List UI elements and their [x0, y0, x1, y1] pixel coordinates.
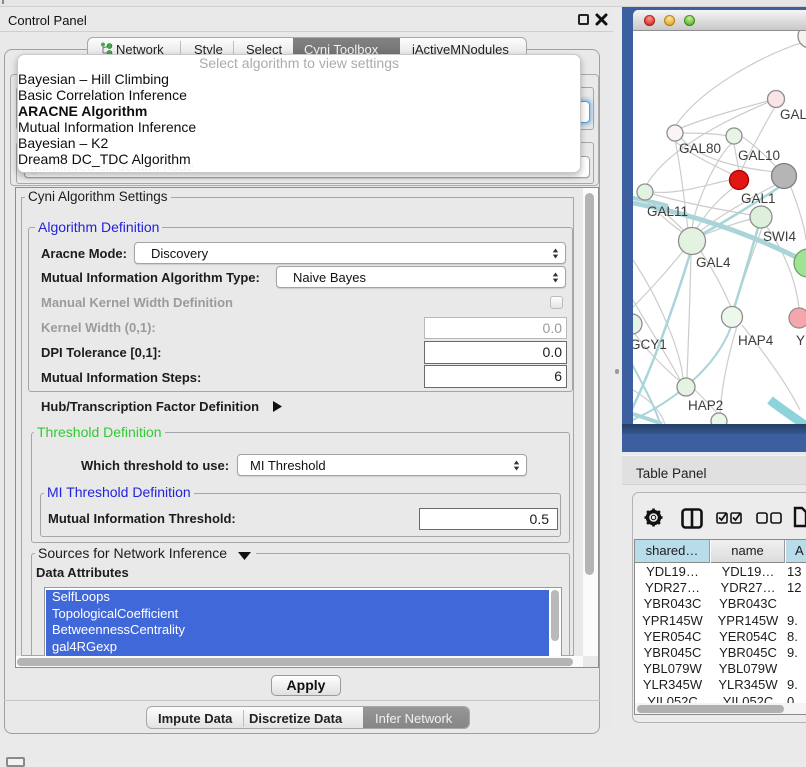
- svg-text:GAL11: GAL11: [647, 204, 688, 219]
- svg-text:HAP2: HAP2: [688, 398, 723, 413]
- svg-text:GAL10: GAL10: [738, 148, 780, 163]
- svg-text:GAL2: GAL2: [780, 107, 806, 122]
- svg-text:GAL80: GAL80: [679, 141, 721, 156]
- svg-text:GCY1: GCY1: [633, 337, 667, 352]
- svg-text:Y: Y: [796, 333, 805, 348]
- svg-text:HAP4: HAP4: [738, 333, 774, 348]
- svg-text:SWI4: SWI4: [763, 229, 796, 244]
- svg-text:GAL1: GAL1: [741, 191, 776, 206]
- svg-text:GAL4: GAL4: [696, 255, 731, 270]
